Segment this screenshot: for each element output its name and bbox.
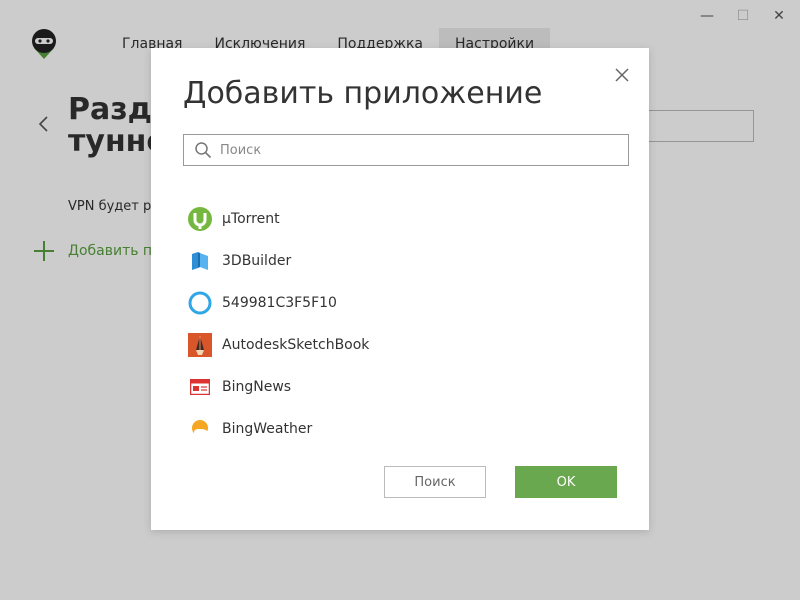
list-item-3dbuilder[interactable]: 3DBuilder (187, 240, 607, 282)
list-item-bingweather[interactable]: BingWeather (187, 408, 607, 450)
add-app-dialog: Добавить приложение µTorrent (151, 48, 649, 530)
search-icon (195, 142, 212, 159)
list-item-sketchbook[interactable]: AutodeskSketchBook (187, 324, 607, 366)
dialog-title: Добавить приложение (183, 76, 543, 111)
sketchbook-icon (187, 332, 213, 358)
bingweather-icon (187, 416, 213, 442)
app-name: µTorrent (222, 211, 280, 227)
list-item-cortana[interactable]: 549981C3F5F10 (187, 282, 607, 324)
app-name: 549981C3F5F10 (222, 295, 337, 311)
ok-button[interactable]: OK (515, 466, 617, 498)
list-item-bingnews[interactable]: BingNews (187, 366, 607, 408)
close-icon[interactable] (613, 66, 631, 84)
3dbuilder-icon (187, 248, 213, 274)
app-name: 3DBuilder (222, 253, 292, 269)
search-input[interactable] (220, 142, 620, 158)
search-button[interactable]: Поиск (384, 466, 486, 498)
bingnews-icon (187, 374, 213, 400)
app-name: BingNews (222, 379, 292, 395)
list-item-utorrent[interactable]: µTorrent (187, 198, 607, 240)
app-list: µTorrent 3DBuilder 549981C3F5F10 Autodes… (187, 198, 607, 450)
app-name: BingWeather (222, 421, 313, 437)
search-field (183, 134, 629, 166)
cortana-icon (187, 290, 213, 316)
app-name: AutodeskSketchBook (222, 337, 370, 353)
utorrent-icon (187, 206, 213, 232)
